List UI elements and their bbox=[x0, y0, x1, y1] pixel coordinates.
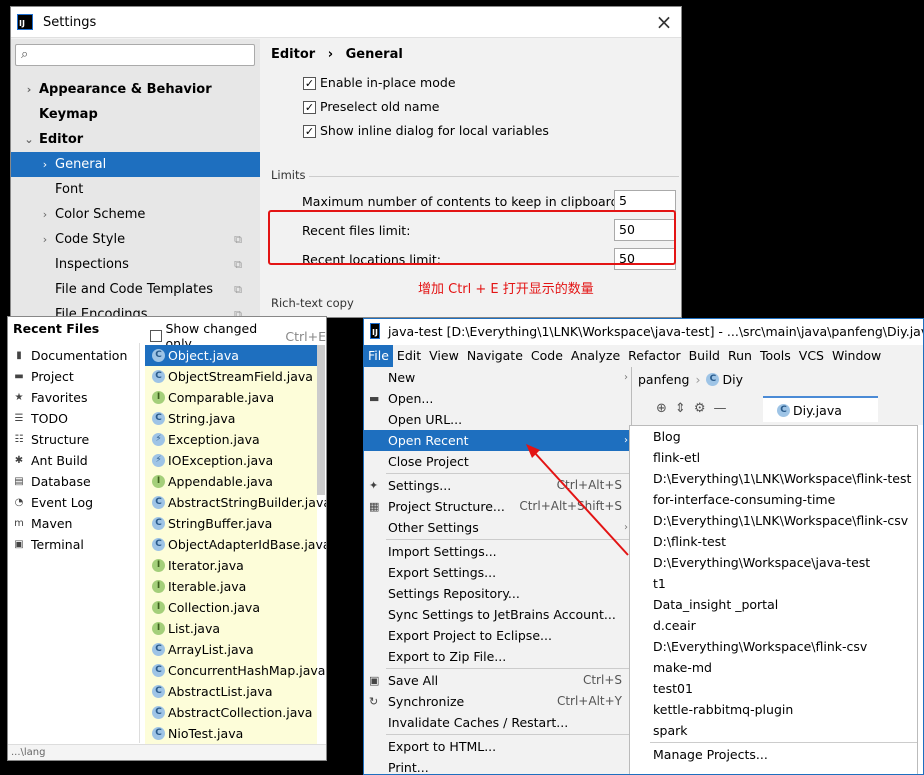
arrow-line bbox=[533, 451, 629, 556]
annotation-arrow bbox=[526, 444, 629, 556]
